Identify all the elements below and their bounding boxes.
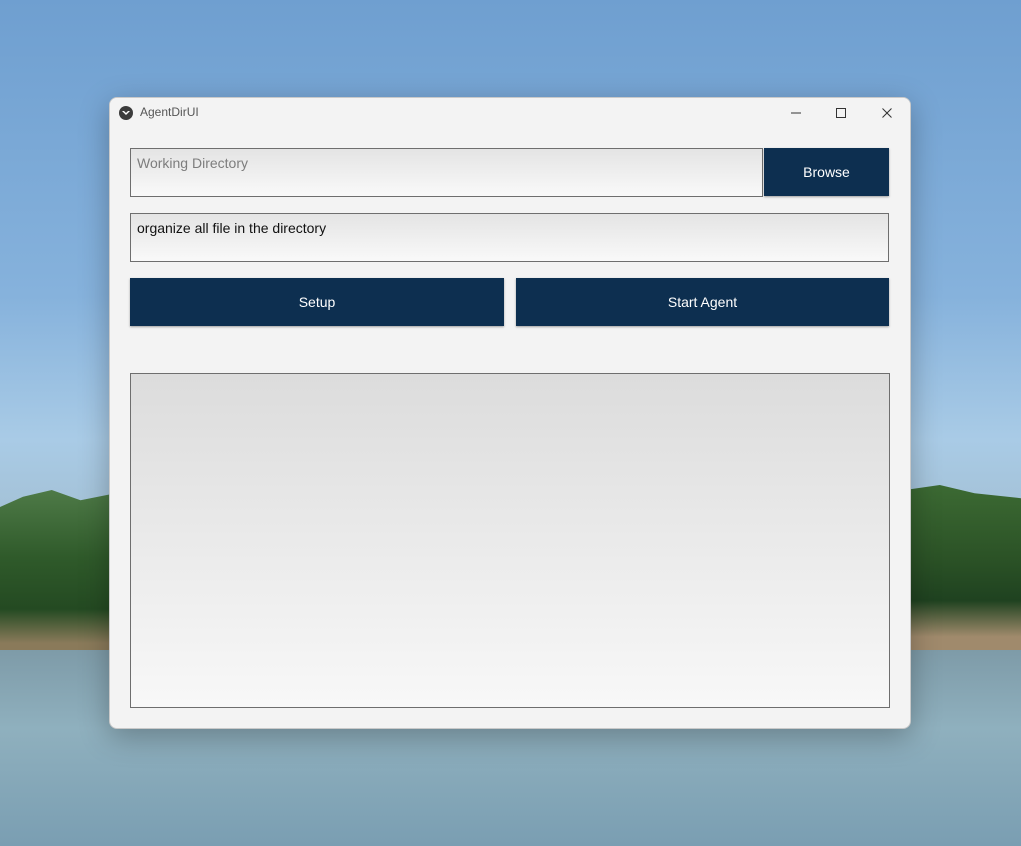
close-icon [882, 108, 892, 118]
maximize-icon [836, 108, 846, 118]
working-directory-placeholder: Working Directory [137, 155, 248, 171]
desktop-hills-right [905, 485, 1021, 650]
task-input-value: organize all file in the directory [137, 220, 327, 236]
browse-button[interactable]: Browse [764, 148, 889, 196]
working-directory-input[interactable]: Working Directory [130, 148, 763, 197]
start-agent-button[interactable]: Start Agent [516, 278, 889, 326]
maximize-button[interactable] [818, 98, 864, 128]
minimize-button[interactable] [773, 98, 819, 128]
minimize-icon [791, 112, 801, 114]
app-window: AgentDirUI Working Directory Browse orga… [109, 97, 911, 729]
output-log-area[interactable] [130, 373, 890, 708]
setup-button[interactable]: Setup [130, 278, 504, 326]
close-button[interactable] [864, 98, 910, 128]
title-bar[interactable]: AgentDirUI [110, 98, 910, 128]
app-logo-icon [119, 106, 133, 120]
window-title: AgentDirUI [140, 105, 199, 119]
task-input[interactable]: organize all file in the directory [130, 213, 889, 262]
desktop-hills-left [0, 490, 115, 660]
